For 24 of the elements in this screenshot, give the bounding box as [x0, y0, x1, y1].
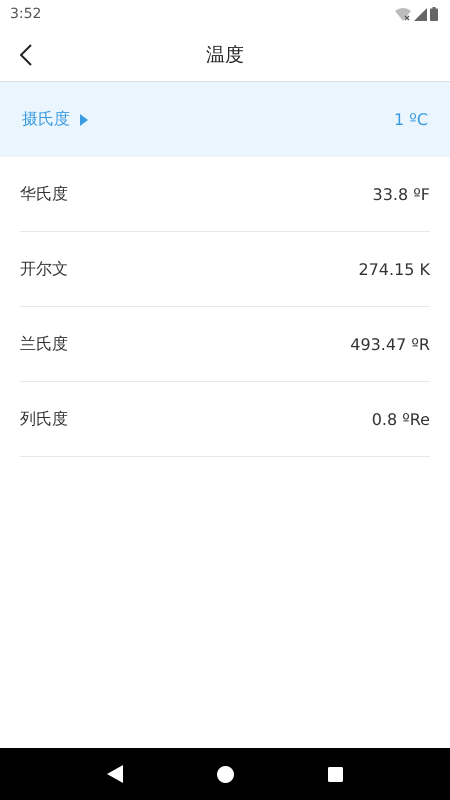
unit-name: 开尔文: [20, 258, 68, 280]
unit-name: 华氏度: [20, 184, 68, 204]
unit-value: 33.8 ºF: [372, 184, 430, 204]
unit-name: 兰氏度: [20, 334, 68, 354]
home-nav-icon[interactable]: [217, 766, 234, 782]
play-arrow-icon: [80, 114, 88, 126]
unit-row[interactable]: 兰氏度 493.47 ºR: [20, 307, 430, 382]
unit-value: 1 ºC: [394, 110, 428, 129]
unit-value: 0.8 ºRe: [372, 410, 430, 428]
unit-name: 摄氏度: [22, 109, 70, 130]
back-nav-icon[interactable]: [107, 765, 123, 783]
unit-name: 列氏度: [20, 408, 68, 430]
back-icon[interactable]: [20, 44, 32, 66]
unit-row[interactable]: 开尔文 274.15 K: [20, 232, 430, 307]
unit-value: 274.15 K: [358, 260, 430, 278]
unit-value: 493.47 ºR: [350, 334, 430, 354]
unit-row[interactable]: 列氏度 0.8 ºRe: [20, 382, 430, 457]
wifi-off-icon: [395, 8, 411, 20]
battery-icon: [430, 7, 438, 21]
unit-row[interactable]: 华氏度 33.8 ºF: [20, 157, 430, 232]
page-title: 温度: [206, 42, 244, 68]
signal-icon: [414, 8, 427, 20]
status-time: 3:52: [10, 6, 42, 22]
recents-nav-icon[interactable]: [328, 766, 343, 782]
